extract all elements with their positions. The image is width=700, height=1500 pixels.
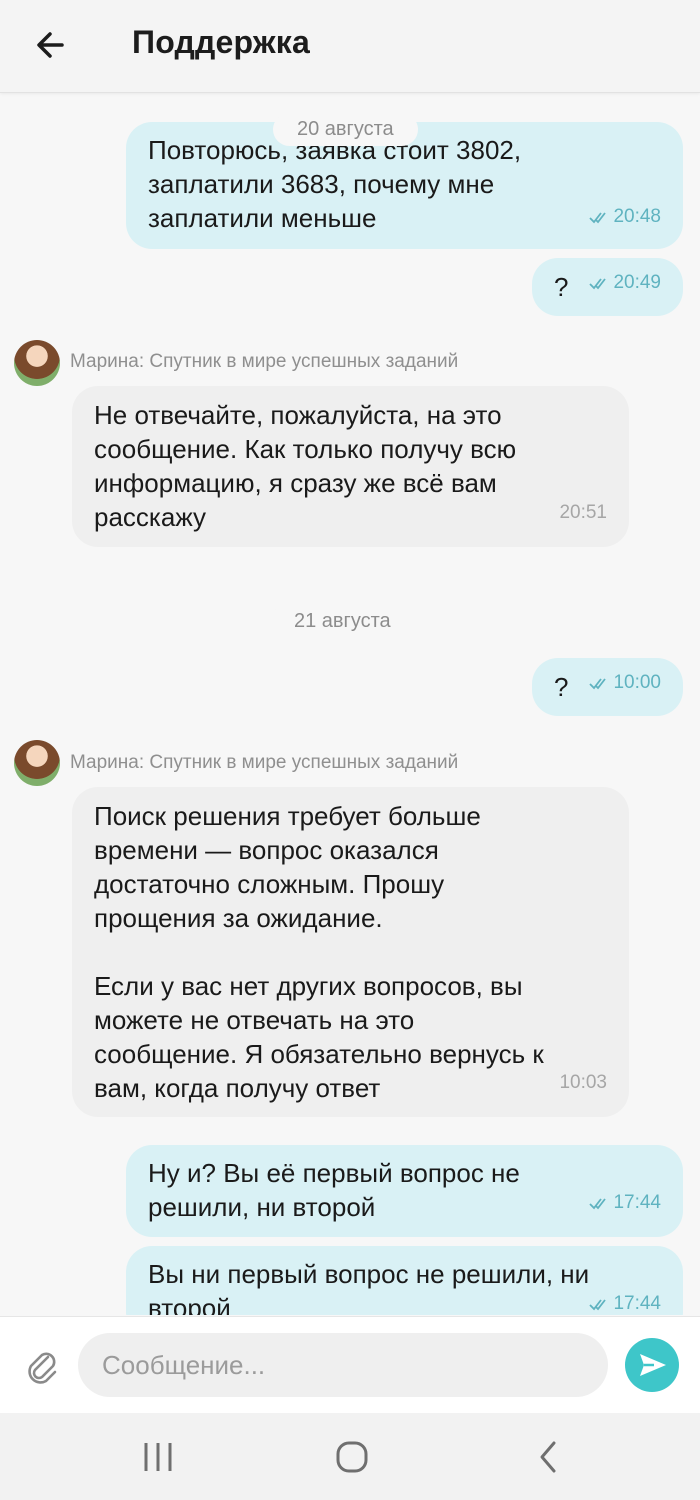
message-text: Поиск решения требует больше времени — в… [94, 801, 544, 1103]
message-text: Не отвечайте, пожалуйста, на это сообщен… [94, 400, 517, 532]
send-icon [640, 1354, 666, 1376]
system-back-button[interactable] [518, 1435, 578, 1479]
attach-button[interactable] [24, 1347, 60, 1385]
paperclip-icon [28, 1352, 57, 1384]
message-time: 10:00 [613, 672, 661, 693]
incoming-message[interactable]: Поиск решения требует больше времени — в… [72, 787, 629, 1117]
back-button[interactable] [28, 22, 78, 68]
message-meta: 20:48 [589, 200, 661, 234]
recent-apps-button[interactable] [128, 1435, 188, 1479]
message-meta: 17:44 [589, 1287, 661, 1315]
message-time: 17:44 [613, 1192, 661, 1213]
message-time: 10:03 [559, 1072, 607, 1093]
message-time: 20:48 [613, 206, 661, 227]
message-meta: 20:49 [589, 266, 661, 300]
message-time: 20:51 [559, 502, 607, 523]
double-check-icon [589, 278, 607, 290]
app-header: Поддержка [0, 0, 700, 93]
message-composer [0, 1316, 700, 1414]
message-time: 17:44 [613, 1293, 661, 1314]
recent-apps-icon [144, 1443, 172, 1471]
message-meta: 10:00 [589, 666, 661, 700]
message-text: Вы ни первый вопрос не решили, ни второй [148, 1259, 590, 1315]
message-input[interactable] [78, 1333, 608, 1397]
back-chevron-icon [540, 1441, 556, 1473]
arrow-left-icon [37, 32, 64, 58]
send-button[interactable] [625, 1338, 679, 1392]
outgoing-message[interactable]: ? 10:00 [532, 658, 683, 716]
date-separator: 21 августа [270, 605, 415, 638]
message-meta: 17:44 [589, 1186, 661, 1220]
outgoing-message[interactable]: ? 20:49 [532, 258, 683, 316]
double-check-icon [589, 1198, 607, 1210]
home-icon [336, 1441, 368, 1473]
double-check-icon [589, 212, 607, 224]
double-check-icon [589, 678, 607, 690]
message-meta: 10:03 [559, 1066, 607, 1100]
outgoing-message[interactable]: Вы ни первый вопрос не решили, ни второй… [126, 1246, 683, 1315]
page-title: Поддержка [132, 24, 310, 60]
agent-avatar[interactable] [14, 340, 60, 386]
sender-name: Марина: Спутник в мире успешных заданий [70, 752, 459, 773]
message-text: Ну и? Вы её первый вопрос не решили, ни … [148, 1158, 520, 1222]
home-button[interactable] [322, 1435, 382, 1479]
message-time: 20:49 [613, 272, 661, 293]
outgoing-message[interactable]: Ну и? Вы её первый вопрос не решили, ни … [126, 1145, 683, 1237]
message-meta: 20:51 [559, 496, 607, 530]
message-text: Повторюсь, заявка стоит 3802, заплатили … [148, 135, 522, 233]
double-check-icon [589, 1299, 607, 1311]
date-separator: 20 августа [273, 113, 418, 146]
system-nav-bar [0, 1413, 700, 1500]
chat-message-list[interactable]: Повторюсь, заявка стоит 3802, заплатили … [0, 93, 700, 1315]
sender-name: Марина: Спутник в мире успешных заданий [70, 351, 459, 372]
agent-avatar[interactable] [14, 740, 60, 786]
incoming-message[interactable]: Не отвечайте, пожалуйста, на это сообщен… [72, 386, 629, 547]
